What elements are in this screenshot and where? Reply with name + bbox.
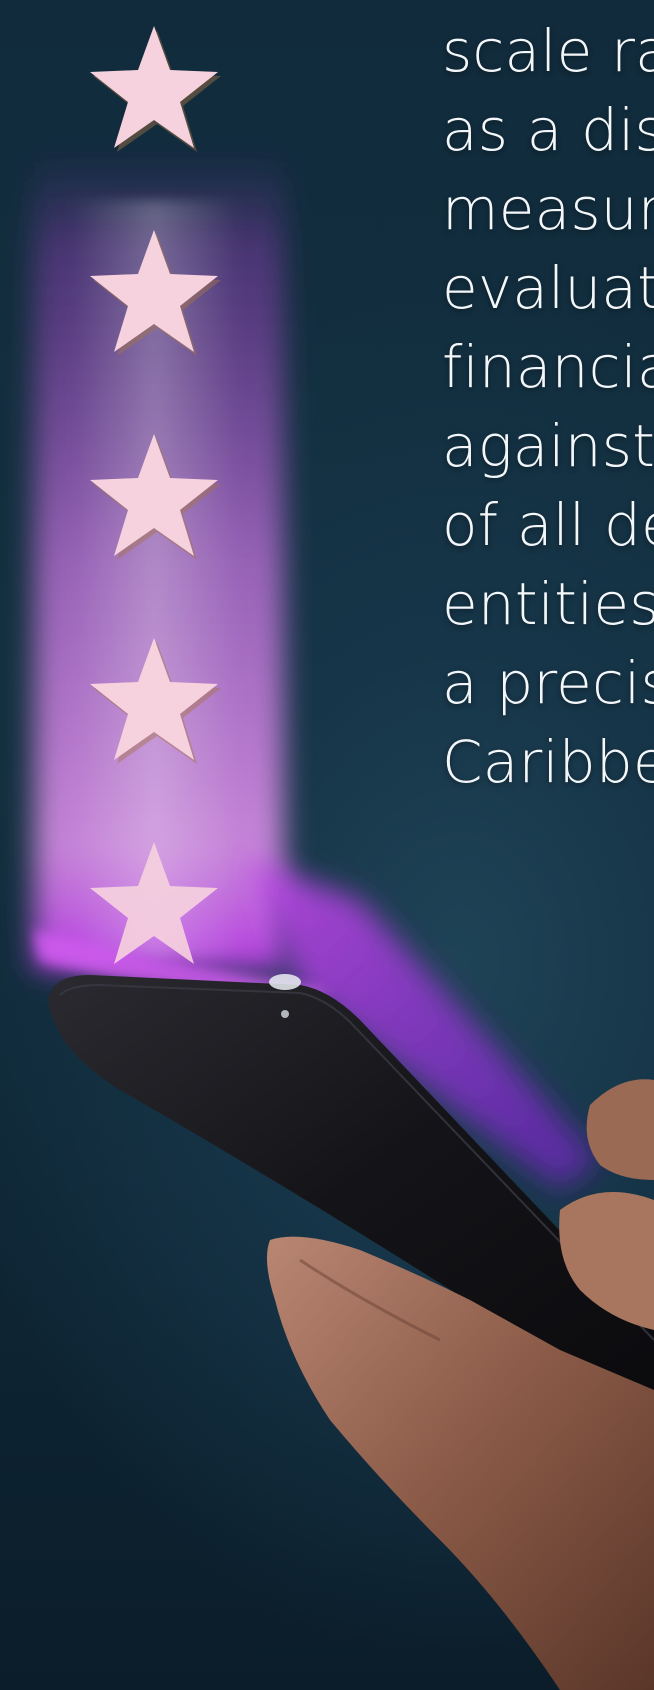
star-icon — [90, 638, 221, 764]
headline-line: as a disc — [442, 96, 654, 164]
headline-line: scale ra — [442, 17, 654, 85]
rating-star-1 — [88, 20, 221, 152]
star-icon — [90, 842, 218, 964]
headline-line: a precis — [442, 649, 654, 717]
star-icon — [90, 434, 221, 560]
rating-star-3 — [88, 428, 221, 560]
headline-line: against — [442, 412, 654, 480]
headline-line: evaluati — [442, 254, 654, 322]
headline-line: measure — [442, 175, 654, 243]
headline-line: of all de — [442, 491, 654, 559]
star-icon — [90, 26, 221, 152]
headline-line: entities — [442, 570, 654, 638]
headline-line: financia — [442, 333, 654, 401]
rating-star-5 — [88, 836, 220, 968]
headline-text: scale ra as a disc measure evaluati fina… — [442, 12, 654, 802]
headline-line: Caribbe — [442, 728, 654, 796]
rating-star-4 — [88, 632, 221, 764]
star-icon — [90, 230, 221, 356]
rating-star-2 — [88, 224, 221, 356]
hero-image: scale ra as a disc measure evaluati fina… — [0, 0, 654, 1690]
